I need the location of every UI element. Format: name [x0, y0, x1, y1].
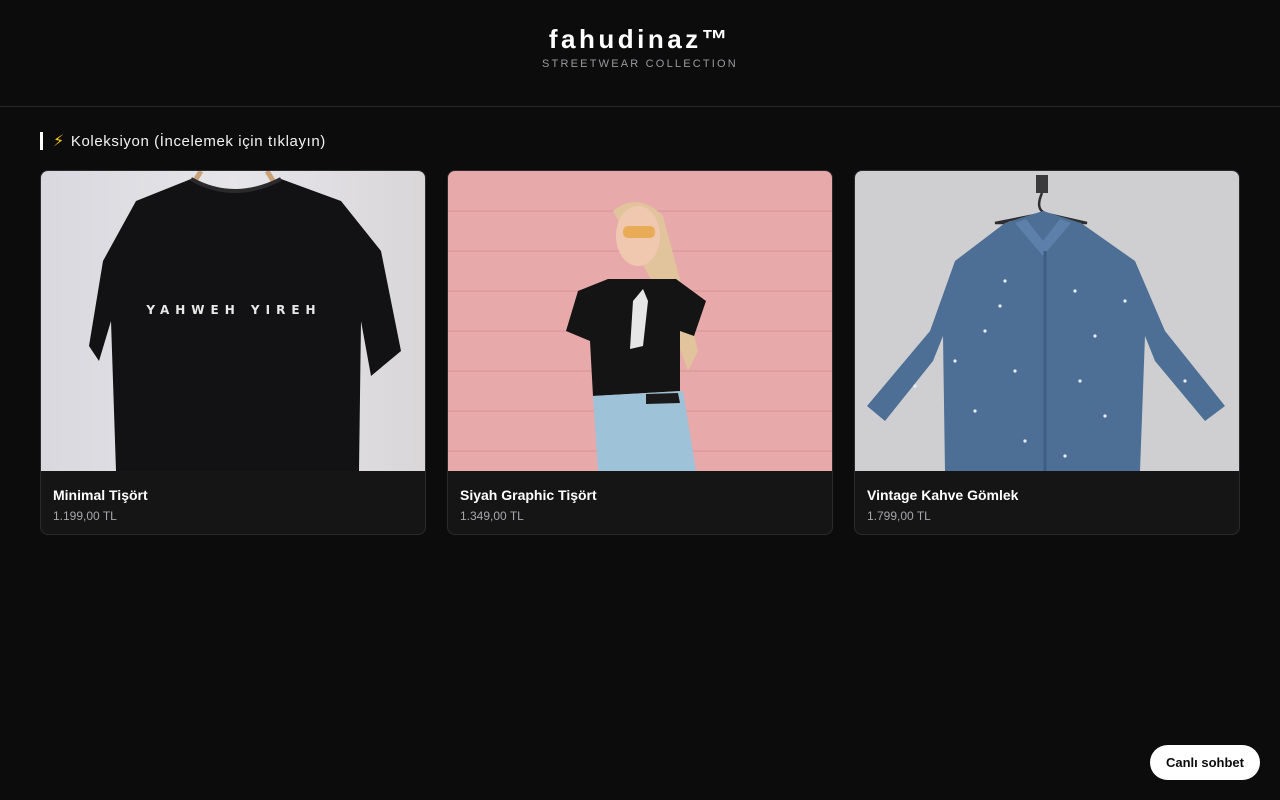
- live-chat-button[interactable]: Canlı sohbet: [1149, 745, 1260, 780]
- product-image[interactable]: [448, 171, 832, 471]
- brand-tagline: STREETWEAR COLLECTION: [542, 58, 738, 70]
- brand-logo[interactable]: fahudinaz™: [0, 24, 1280, 54]
- product-card[interactable]: Siyah Graphic Tişört 1.349,00 TL: [447, 170, 833, 535]
- product-name[interactable]: Vintage Kahve Gömlek: [867, 487, 1227, 503]
- product-price: 1.349,00 TL: [460, 509, 524, 523]
- product-image[interactable]: [855, 171, 1239, 471]
- section-heading: ⚡ Koleksiyon (İncelemek için tıklayın): [40, 132, 326, 150]
- product-name[interactable]: Siyah Graphic Tişört: [460, 487, 820, 503]
- product-price: 1.799,00 TL: [867, 509, 931, 523]
- product-grid: YAHWEH YIREH Minimal Tişört 1.199,00 TL: [40, 170, 1240, 535]
- product-card[interactable]: Vintage Kahve Gömlek 1.799,00 TL: [854, 170, 1240, 535]
- product-card[interactable]: YAHWEH YIREH Minimal Tişört 1.199,00 TL: [40, 170, 426, 535]
- product-name[interactable]: Minimal Tişört: [53, 487, 413, 503]
- section-title-text: Koleksiyon (İncelemek için tıklayın): [70, 132, 326, 150]
- product-price: 1.199,00 TL: [53, 509, 117, 523]
- site-header: fahudinaz™ STREETWEAR COLLECTION: [0, 0, 1280, 107]
- product-image[interactable]: YAHWEH YIREH: [41, 171, 425, 471]
- lightning-bolt-icon: ⚡: [53, 133, 65, 150]
- tshirt-print-text: YAHWEH YIREH: [145, 303, 321, 317]
